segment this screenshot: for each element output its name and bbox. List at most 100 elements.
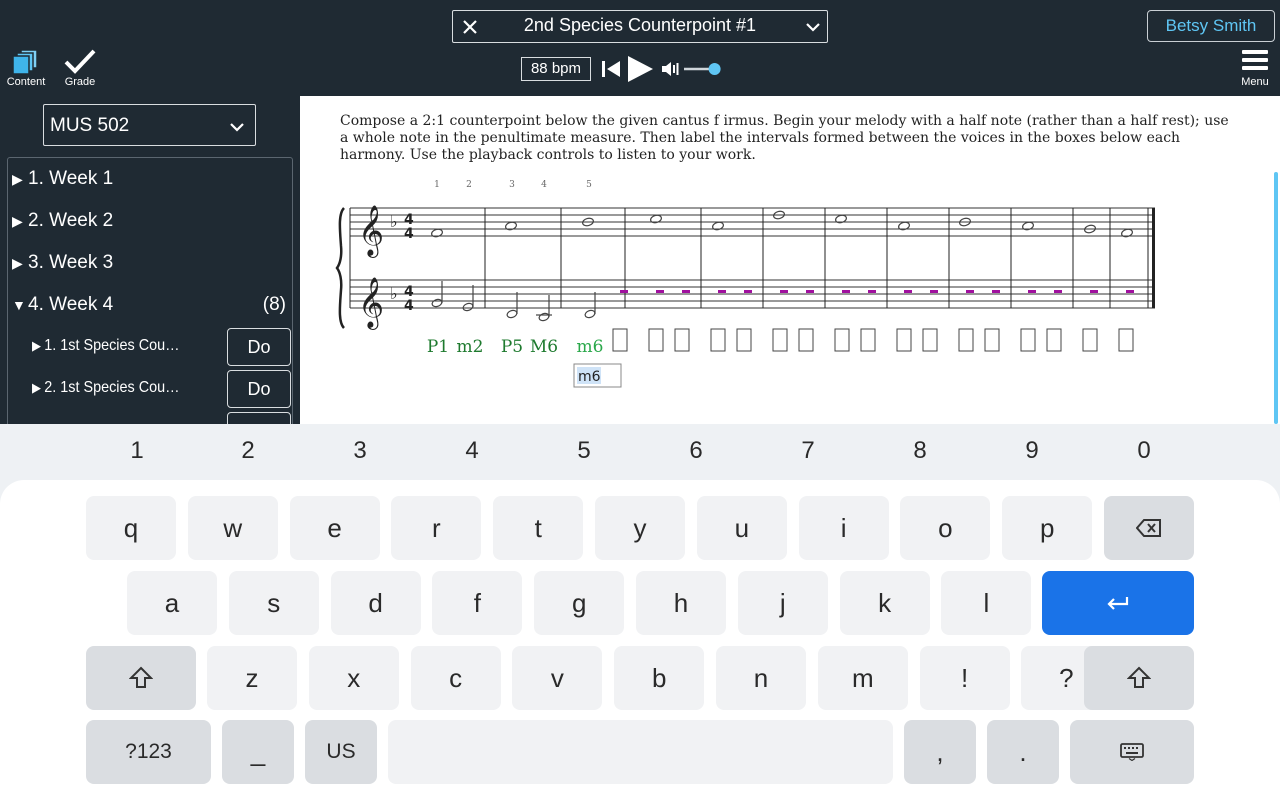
hide-keyboard-key[interactable] xyxy=(1070,720,1194,784)
sidebar-item-week-4[interactable]: ▼ 4. Week 4 (8) xyxy=(12,290,286,320)
interval-label-active[interactable]: m6 xyxy=(577,337,604,357)
number-suggestion-2[interactable]: 2 xyxy=(228,437,268,465)
hamburger-icon xyxy=(1242,50,1268,70)
underscore-key[interactable]: _ xyxy=(222,720,294,784)
menu-label: Menu xyxy=(1241,76,1269,88)
chevron-down-icon xyxy=(806,23,820,32)
number-suggestion-9[interactable]: 9 xyxy=(1012,437,1052,465)
interval-label[interactable]: P5 xyxy=(501,337,523,357)
interval-input-boxes[interactable] xyxy=(612,328,1134,352)
week-label: 2. Week 2 xyxy=(28,210,114,231)
backspace-key[interactable] xyxy=(1104,496,1194,560)
sidebar-item-week-3[interactable]: ▶ 3. Week 3 xyxy=(12,248,286,278)
keyboard-icon xyxy=(1120,743,1144,761)
expand-arrow-icon: ▶ xyxy=(12,213,23,229)
interval-label[interactable]: P1 xyxy=(427,337,449,357)
shift-key-right[interactable] xyxy=(1084,646,1194,710)
key-z[interactable]: z xyxy=(207,646,297,710)
shift-key-left[interactable] xyxy=(86,646,196,710)
course-sidebar: MUS 502 ▶ 1. Week 1 ▶ 2. Week 2 ▶ 3. Week 3… xyxy=(0,96,300,424)
enter-arrow-icon xyxy=(1107,597,1129,610)
key-x[interactable]: x xyxy=(308,646,399,710)
key-y[interactable]: y xyxy=(595,496,685,560)
top-bar: Content Grade 2nd Species Counterpoint #… xyxy=(0,0,1280,96)
tempo-display[interactable]: 88 bpm xyxy=(521,57,591,81)
key-p[interactable]: p xyxy=(1002,496,1093,560)
key-o[interactable]: o xyxy=(900,496,991,560)
course-dropdown[interactable]: MUS 502 xyxy=(43,104,256,146)
number-suggestion-5[interactable]: 5 xyxy=(564,437,604,465)
number-suggestion-7[interactable]: 7 xyxy=(788,437,828,465)
do-button[interactable]: Do xyxy=(227,328,291,366)
volume-icon[interactable] xyxy=(660,60,680,78)
content-label: Content xyxy=(6,76,46,88)
key-i[interactable]: i xyxy=(798,496,889,560)
enter-key[interactable] xyxy=(1042,571,1194,635)
lesson-label[interactable]: ▶ 1. 1st Species Counterpoint xyxy=(32,337,185,355)
user-button[interactable]: Betsy Smith xyxy=(1147,10,1275,42)
period-key[interactable]: . xyxy=(987,720,1059,784)
svg-text:♭: ♭ xyxy=(390,284,398,303)
rewind-icon[interactable] xyxy=(600,58,622,80)
interval-label[interactable]: m2 xyxy=(457,337,484,357)
do-button-partial[interactable] xyxy=(227,412,291,424)
key-r[interactable]: r xyxy=(391,496,482,560)
key-j[interactable]: j xyxy=(737,571,828,635)
expand-arrow-icon: ▶ xyxy=(12,255,23,271)
number-suggestion-0[interactable]: 0 xyxy=(1124,437,1164,465)
key-s[interactable]: s xyxy=(228,571,319,635)
sidebar-item-week-1[interactable]: ▶ 1. Week 1 xyxy=(12,164,286,194)
number-suggestion-6[interactable]: 6 xyxy=(676,437,716,465)
assignment-title-dropdown[interactable]: 2nd Species Counterpoint #1 xyxy=(452,10,828,43)
key-n[interactable]: n xyxy=(716,646,806,710)
menu-button[interactable]: Menu xyxy=(1229,46,1280,92)
interval-input-value[interactable]: m6 xyxy=(578,369,601,385)
key-v[interactable]: v xyxy=(512,646,603,710)
key-g[interactable]: g xyxy=(534,571,625,635)
interval-label[interactable]: M6 xyxy=(530,337,558,357)
close-icon[interactable] xyxy=(459,16,481,38)
key-l[interactable]: l xyxy=(941,571,1032,635)
volume-slider[interactable] xyxy=(684,62,724,76)
comma-key[interactable]: , xyxy=(904,720,976,784)
scrollbar[interactable] xyxy=(1274,172,1278,424)
content-stack-icon xyxy=(12,49,38,75)
key-f[interactable]: f xyxy=(432,571,523,635)
do-button[interactable]: Do xyxy=(227,370,291,408)
key-w[interactable]: w xyxy=(187,496,278,560)
key-b[interactable]: b xyxy=(614,646,705,710)
interval-labels: P1 m2 P5 M6 m6 xyxy=(427,337,604,357)
number-suggestion-3[interactable]: 3 xyxy=(340,437,380,465)
key-a[interactable]: a xyxy=(127,571,217,635)
keyboard-panel: qwertyuiop asdfghjkl z x c v b n m!? ?12… xyxy=(0,480,1280,800)
number-suggestion-1[interactable]: 1 xyxy=(117,437,157,465)
key-k[interactable]: k xyxy=(839,571,930,635)
key-q[interactable]: q xyxy=(86,496,176,560)
list-item: ▶ 1. 1st Species Counterpoint Do xyxy=(32,328,292,366)
course-tree: ▶ 1. Week 1 ▶ 2. Week 2 ▶ 3. Week 3 ▼ 4. Wee… xyxy=(7,157,293,424)
language-key[interactable]: US xyxy=(305,720,377,784)
key-exclamation[interactable]: ! xyxy=(919,646,1010,710)
number-suggestion-4[interactable]: 4 xyxy=(452,437,492,465)
sidebar-item-week-2[interactable]: ▶ 2. Week 2 xyxy=(12,206,286,236)
key-m[interactable]: m xyxy=(817,646,908,710)
key-h[interactable]: h xyxy=(636,571,726,635)
key-c[interactable]: c xyxy=(410,646,501,710)
key-u[interactable]: u xyxy=(696,496,787,560)
key-d[interactable]: d xyxy=(330,571,421,635)
symbols-key[interactable]: ?123 xyxy=(86,720,211,784)
content-button[interactable]: Content xyxy=(0,46,52,92)
play-icon[interactable] xyxy=(625,54,655,84)
key-t[interactable]: t xyxy=(493,496,584,560)
number-suggestion-8[interactable]: 8 xyxy=(900,437,940,465)
chevron-down-icon xyxy=(230,123,244,132)
week-item-count: (8) xyxy=(262,294,286,315)
lesson-label[interactable]: ▶ 2. 1st Species Counterpoint xyxy=(32,379,185,397)
grade-button[interactable]: Grade xyxy=(54,46,106,92)
note-number: 3 xyxy=(509,180,515,190)
space-key[interactable] xyxy=(388,720,893,784)
lesson-title: 1. 1st Species Counterpoint xyxy=(44,337,185,354)
flat-sign-icon: ♭ ♭ xyxy=(390,212,398,303)
treble-clef-icon: 𝄞 𝄞 xyxy=(358,205,384,330)
key-e[interactable]: e xyxy=(289,496,380,560)
